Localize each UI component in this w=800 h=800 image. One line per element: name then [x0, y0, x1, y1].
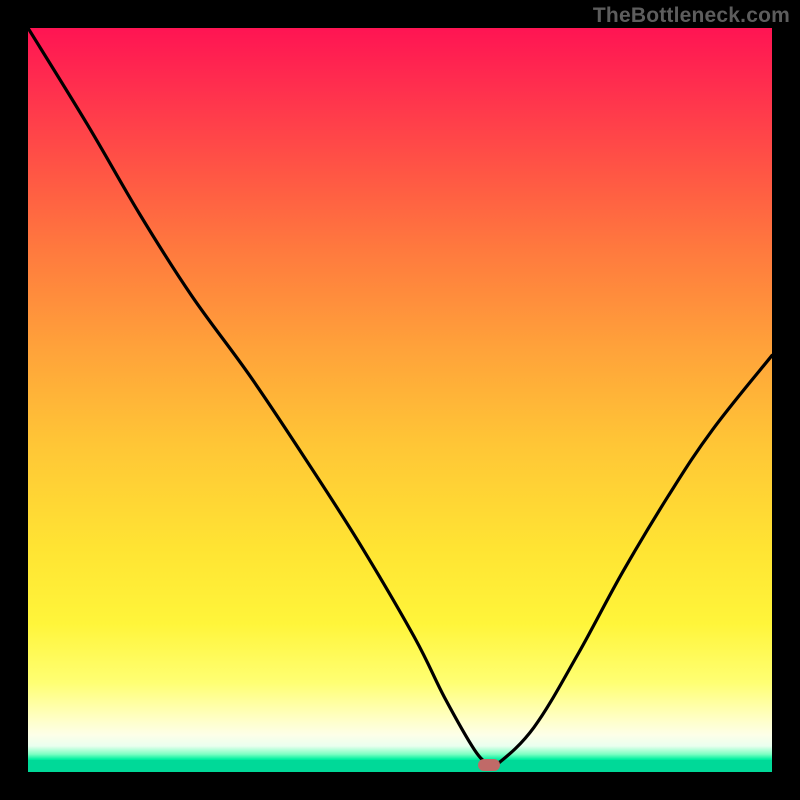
watermark-text: TheBottleneck.com: [593, 4, 790, 28]
optimal-point-marker: [478, 759, 500, 771]
bottleneck-curve: [28, 28, 772, 772]
plot-area: [28, 28, 772, 772]
chart-frame: TheBottleneck.com: [0, 0, 800, 800]
